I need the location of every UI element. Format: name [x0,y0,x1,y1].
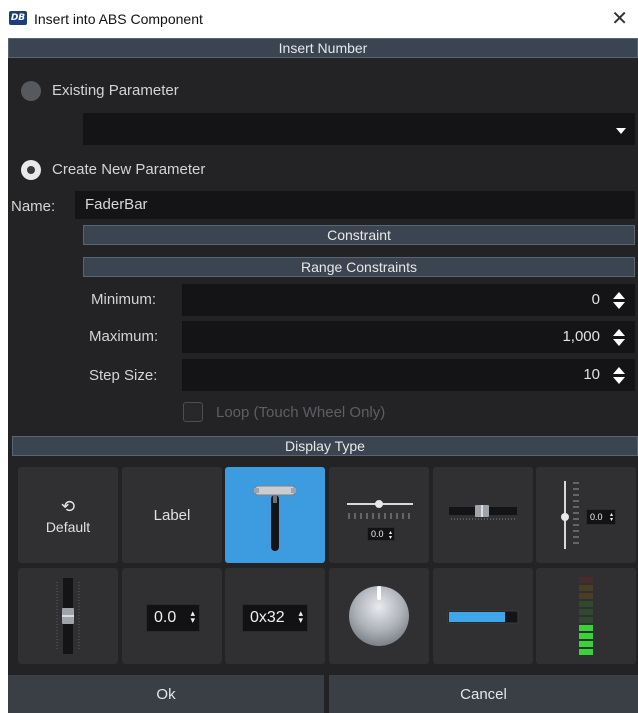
app-logo-icon: DB [9,11,27,25]
constraint-header[interactable]: Constraint [83,225,635,245]
hex-value: 0x32 [250,609,285,626]
up-down-arrows-icon: ▴ ▾ [190,609,195,626]
horizontal-slider-icon [347,500,413,519]
decimal-value: 0.0 [154,609,177,626]
vertical-slider-spinbox: 0.0 ▴ ▾ [586,509,616,525]
step-size-label: Step Size: [89,367,158,384]
create-new-parameter-radio[interactable] [21,160,41,180]
minimum-label: Minimum: [91,291,157,308]
up-down-arrows-icon[interactable] [612,291,626,311]
close-icon[interactable]: ✕ [611,6,628,30]
dialog-panel: Insert Number Existing Parameter Create … [8,38,638,713]
insert-number-header: Insert Number [8,38,638,58]
minimum-value: 0 [591,291,600,308]
ok-button[interactable]: Ok [8,675,324,713]
display-type-knob[interactable] [329,568,429,664]
name-label: Name: [11,198,56,215]
up-down-arrows-icon: ▴ ▾ [388,529,392,541]
display-type-default[interactable]: ⟲ Default [18,467,118,563]
title-bar: DB Insert into ABS Component ✕ [0,0,638,38]
display-type-horizontal-slider-spinner[interactable]: 0.0 ▴ ▾ [329,467,429,563]
reset-icon: ⟲ [60,497,76,517]
display-type-hex-spinner[interactable]: 0x32 ▴ ▾ [225,568,325,664]
t-handle-fader-icon [254,485,296,551]
display-type-fader-bar[interactable] [225,467,325,563]
name-input[interactable]: FaderBar [75,191,635,219]
progress-bar-icon [447,610,519,624]
minimum-spinbox[interactable]: 0 [182,284,635,316]
chevron-down-icon [616,128,626,134]
display-type-progress-bar[interactable] [433,568,533,664]
vertical-slider-value: 0.0 [590,512,603,522]
decimal-spinbox: 0.0 ▴ ▾ [146,604,200,632]
hex-spinbox: 0x32 ▴ ▾ [242,604,308,632]
display-type-header: Display Type [12,436,638,456]
horizontal-fader-icon [449,505,517,520]
default-label: Default [45,519,91,535]
step-size-spinbox[interactable]: 10 [182,359,635,391]
display-type-vertical-fader[interactable] [18,568,118,664]
horizontal-slider-spinbox: 0.0 ▴ ▾ [367,527,395,541]
vertical-fader-icon [56,578,80,654]
window-title: Insert into ABS Component [34,11,203,27]
create-new-parameter-label: Create New Parameter [52,161,206,178]
cancel-button[interactable]: Cancel [329,675,638,713]
existing-parameter-dropdown[interactable] [83,113,635,145]
display-type-label[interactable]: Label [122,467,222,563]
up-down-arrows-icon: ▴ ▾ [609,511,613,523]
up-down-arrows-icon[interactable] [612,328,626,348]
display-type-decimal-spinner[interactable]: 0.0 ▴ ▾ [122,568,222,664]
existing-parameter-label: Existing Parameter [52,82,179,99]
level-meter-icon [579,577,593,655]
display-type-horizontal-fader[interactable] [433,467,533,563]
loop-checkbox[interactable] [183,402,203,422]
range-constraints-header[interactable]: Range Constraints [83,257,635,277]
display-type-level-meter[interactable] [536,568,636,664]
step-size-value: 10 [583,366,600,383]
knob-icon [349,586,409,646]
up-down-arrows-icon[interactable] [612,366,626,386]
up-down-arrows-icon: ▴ ▾ [298,609,303,626]
horizontal-slider-value: 0.0 [371,529,384,539]
maximum-value: 1,000 [562,328,600,345]
loop-label: Loop (Touch Wheel Only) [216,404,386,421]
display-type-vertical-slider-spinner[interactable]: 0.0 ▴ ▾ [536,467,636,563]
label-tile-text: Label [153,507,191,524]
maximum-spinbox[interactable]: 1,000 [182,321,635,353]
maximum-label: Maximum: [89,328,159,345]
existing-parameter-radio[interactable] [21,81,41,101]
